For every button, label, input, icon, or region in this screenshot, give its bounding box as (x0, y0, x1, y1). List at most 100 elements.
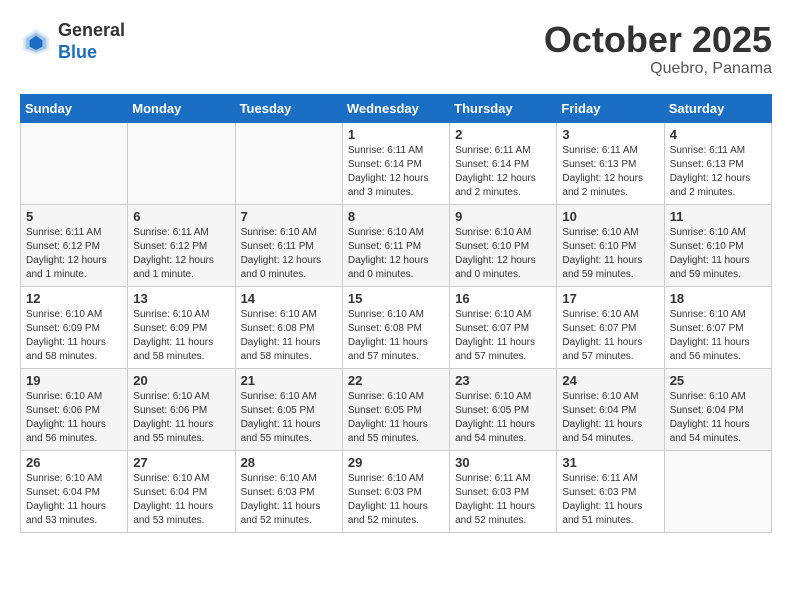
day-info: Sunrise: 6:11 AM Sunset: 6:14 PM Dayligh… (455, 144, 551, 200)
calendar-cell: 16 Sunrise: 6:10 AM Sunset: 6:07 PM Dayli… (450, 286, 557, 368)
day-number: 26 (26, 455, 122, 470)
day-info: Sunrise: 6:11 AM Sunset: 6:14 PM Dayligh… (348, 144, 444, 200)
day-info: Sunrise: 6:10 AM Sunset: 6:07 PM Dayligh… (455, 308, 551, 364)
day-number: 23 (455, 373, 551, 388)
day-info: Sunrise: 6:10 AM Sunset: 6:04 PM Dayligh… (133, 472, 229, 528)
day-number: 19 (26, 373, 122, 388)
calendar-cell: 21 Sunrise: 6:10 AM Sunset: 6:05 PM Dayli… (235, 368, 342, 450)
day-number: 20 (133, 373, 229, 388)
calendar-cell: 11 Sunrise: 6:10 AM Sunset: 6:10 PM Dayli… (664, 204, 771, 286)
day-number: 22 (348, 373, 444, 388)
day-number: 6 (133, 209, 229, 224)
day-info: Sunrise: 6:11 AM Sunset: 6:03 PM Dayligh… (562, 472, 658, 528)
day-info: Sunrise: 6:10 AM Sunset: 6:06 PM Dayligh… (133, 390, 229, 446)
day-info: Sunrise: 6:11 AM Sunset: 6:12 PM Dayligh… (133, 226, 229, 282)
calendar-cell: 14Sunrise: 6:10 AM Sunset: 6:08 PM Dayli… (235, 286, 342, 368)
day-number: 8 (348, 209, 444, 224)
weekday-header: Tuesday (235, 94, 342, 122)
day-number: 17 (562, 291, 658, 306)
calendar-cell: 2 Sunrise: 6:11 AM Sunset: 6:14 PM Daylig… (450, 122, 557, 204)
day-info: Sunrise: 6:10 AM Sunset: 6:06 PM Dayligh… (26, 390, 122, 446)
day-info: Sunrise: 6:10 AM Sunset: 6:05 PM Dayligh… (241, 390, 337, 446)
calendar-cell: 8 Sunrise: 6:10 AM Sunset: 6:11 PM Daylig… (342, 204, 449, 286)
day-number: 3 (562, 127, 658, 142)
day-number: 10 (562, 209, 658, 224)
calendar-week-row: 12 Sunrise: 6:10 AM Sunset: 6:09 PM Dayli… (21, 286, 772, 368)
calendar-cell: 5 Sunrise: 6:11 AM Sunset: 6:12 PM Daylig… (21, 204, 128, 286)
day-number: 9 (455, 209, 551, 224)
calendar-cell: 25 Sunrise: 6:10 AM Sunset: 6:04 PM Dayli… (664, 368, 771, 450)
page-header: General Blue October 2025 Quebro, Panama (20, 20, 772, 78)
weekday-header: Saturday (664, 94, 771, 122)
day-number: 21 (241, 373, 337, 388)
day-info: Sunrise: 6:10 AM Sunset: 6:04 PM Dayligh… (26, 472, 122, 528)
day-info: Sunrise: 6:10 AM Sunset: 6:07 PM Dayligh… (562, 308, 658, 364)
calendar-cell: 1 Sunrise: 6:11 AM Sunset: 6:14 PM Daylig… (342, 122, 449, 204)
weekday-header: Friday (557, 94, 664, 122)
day-number: 28 (241, 455, 337, 470)
calendar-cell: 13 Sunrise: 6:10 AM Sunset: 6:09 PM Dayli… (128, 286, 235, 368)
logo-blue: Blue (58, 42, 125, 64)
day-info: Sunrise: 6:10 AM Sunset: 6:03 PM Dayligh… (241, 472, 337, 528)
logo-icon (20, 26, 52, 58)
day-number: 31 (562, 455, 658, 470)
day-number: 16 (455, 291, 551, 306)
calendar-week-row: 1 Sunrise: 6:11 AM Sunset: 6:14 PM Daylig… (21, 122, 772, 204)
logo-general: General (58, 20, 125, 42)
calendar-cell: 17 Sunrise: 6:10 AM Sunset: 6:07 PM Dayli… (557, 286, 664, 368)
day-info: Sunrise: 6:10 AM Sunset: 6:09 PM Dayligh… (133, 308, 229, 364)
calendar-cell: 30Sunrise: 6:11 AM Sunset: 6:03 PM Dayli… (450, 450, 557, 532)
calendar-cell: 28 Sunrise: 6:10 AM Sunset: 6:03 PM Dayli… (235, 450, 342, 532)
title-block: October 2025 Quebro, Panama (544, 20, 772, 78)
day-number: 12 (26, 291, 122, 306)
calendar-cell: 9 Sunrise: 6:10 AM Sunset: 6:10 PM Daylig… (450, 204, 557, 286)
calendar-cell: 4Sunrise: 6:11 AM Sunset: 6:13 PM Daylig… (664, 122, 771, 204)
day-number: 7 (241, 209, 337, 224)
calendar-cell: 12 Sunrise: 6:10 AM Sunset: 6:09 PM Dayli… (21, 286, 128, 368)
logo: General Blue (20, 20, 125, 63)
calendar-cell (664, 450, 771, 532)
location: Quebro, Panama (544, 60, 772, 78)
day-number: 13 (133, 291, 229, 306)
day-number: 2 (455, 127, 551, 142)
day-info: Sunrise: 6:10 AM Sunset: 6:10 PM Dayligh… (670, 226, 766, 282)
month-title: October 2025 (544, 20, 772, 60)
calendar-cell: 27 Sunrise: 6:10 AM Sunset: 6:04 PM Dayli… (128, 450, 235, 532)
day-number: 14 (241, 291, 337, 306)
calendar-cell: 23Sunrise: 6:10 AM Sunset: 6:05 PM Dayli… (450, 368, 557, 450)
day-info: Sunrise: 6:10 AM Sunset: 6:04 PM Dayligh… (670, 390, 766, 446)
day-info: Sunrise: 6:10 AM Sunset: 6:03 PM Dayligh… (348, 472, 444, 528)
day-info: Sunrise: 6:11 AM Sunset: 6:12 PM Dayligh… (26, 226, 122, 282)
calendar-week-row: 5 Sunrise: 6:11 AM Sunset: 6:12 PM Daylig… (21, 204, 772, 286)
calendar-cell: 19 Sunrise: 6:10 AM Sunset: 6:06 PM Dayli… (21, 368, 128, 450)
calendar-cell: 31 Sunrise: 6:11 AM Sunset: 6:03 PM Dayli… (557, 450, 664, 532)
day-info: Sunrise: 6:10 AM Sunset: 6:07 PM Dayligh… (670, 308, 766, 364)
day-number: 11 (670, 209, 766, 224)
day-info: Sunrise: 6:10 AM Sunset: 6:04 PM Dayligh… (562, 390, 658, 446)
calendar-cell: 24 Sunrise: 6:10 AM Sunset: 6:04 PM Dayli… (557, 368, 664, 450)
calendar-table: SundayMondayTuesdayWednesdayThursdayFrid… (20, 94, 772, 533)
calendar-cell: 10 Sunrise: 6:10 AM Sunset: 6:10 PM Dayli… (557, 204, 664, 286)
calendar-cell: 15Sunrise: 6:10 AM Sunset: 6:08 PM Dayli… (342, 286, 449, 368)
day-info: Sunrise: 6:10 AM Sunset: 6:11 PM Dayligh… (348, 226, 444, 282)
day-number: 1 (348, 127, 444, 142)
weekday-header: Wednesday (342, 94, 449, 122)
day-info: Sunrise: 6:10 AM Sunset: 6:10 PM Dayligh… (562, 226, 658, 282)
day-info: Sunrise: 6:10 AM Sunset: 6:05 PM Dayligh… (348, 390, 444, 446)
day-info: Sunrise: 6:10 AM Sunset: 6:10 PM Dayligh… (455, 226, 551, 282)
logo-text: General Blue (58, 20, 125, 63)
calendar-cell: 26 Sunrise: 6:10 AM Sunset: 6:04 PM Dayli… (21, 450, 128, 532)
calendar-cell (235, 122, 342, 204)
calendar-header-row: SundayMondayTuesdayWednesdayThursdayFrid… (21, 94, 772, 122)
day-number: 25 (670, 373, 766, 388)
calendar-cell: 22 Sunrise: 6:10 AM Sunset: 6:05 PM Dayli… (342, 368, 449, 450)
day-number: 24 (562, 373, 658, 388)
calendar-cell (128, 122, 235, 204)
calendar-week-row: 19 Sunrise: 6:10 AM Sunset: 6:06 PM Dayli… (21, 368, 772, 450)
day-number: 27 (133, 455, 229, 470)
day-number: 4 (670, 127, 766, 142)
day-number: 5 (26, 209, 122, 224)
calendar-cell (21, 122, 128, 204)
day-info: Sunrise: 6:10 AM Sunset: 6:09 PM Dayligh… (26, 308, 122, 364)
day-number: 18 (670, 291, 766, 306)
